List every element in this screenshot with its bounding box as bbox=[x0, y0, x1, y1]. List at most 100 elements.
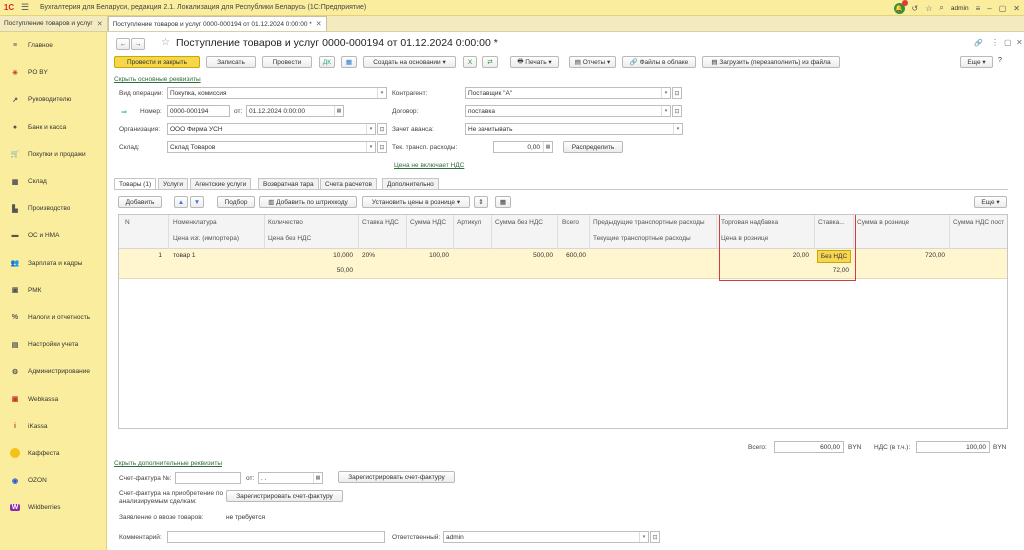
open-responsible-icon[interactable]: ⊡ bbox=[650, 531, 660, 543]
save-button[interactable]: Записать bbox=[206, 56, 256, 68]
col-sum-no-vat[interactable]: Сумма без НДС bbox=[495, 219, 543, 226]
contract-field[interactable]: поставка ▾ bbox=[465, 105, 671, 117]
col-retail-sum[interactable]: Сумма в рознице bbox=[857, 219, 909, 226]
cell-qty[interactable]: 10,000 bbox=[268, 252, 353, 259]
search-icon[interactable]: ⌕ bbox=[939, 3, 943, 13]
col-vat-rate[interactable]: Ставка НДС bbox=[362, 219, 399, 226]
edi-icon[interactable]: ⇄ bbox=[482, 56, 498, 68]
sidebar-item-taxes[interactable]: % Налоги и отчетность bbox=[0, 304, 106, 331]
sidebar-item-warehouse[interactable]: ▦ Склад bbox=[0, 168, 106, 195]
notifications-icon[interactable]: 🔔 bbox=[893, 0, 908, 14]
sidebar-item-ozon[interactable]: ◉ OZON bbox=[0, 467, 106, 494]
favorite-icon[interactable]: ☆ bbox=[161, 37, 170, 48]
col-price-no-vat[interactable]: Цена без НДС bbox=[268, 235, 311, 242]
excel-icon[interactable]: X bbox=[463, 56, 477, 68]
col-retail-vat[interactable]: Сумма НДС пост bbox=[953, 219, 1004, 226]
help-button[interactable]: ? bbox=[998, 57, 1002, 64]
more-button[interactable]: Еще ▾ bbox=[960, 56, 993, 68]
dropdown-icon[interactable]: ▾ bbox=[366, 142, 375, 152]
move-down-button[interactable]: ▼ bbox=[190, 196, 204, 208]
add-by-barcode-button[interactable]: ▥ Добавить по штрихкоду bbox=[259, 196, 357, 208]
settings-icon[interactable]: ≡ bbox=[976, 4, 981, 13]
invoice-date-field[interactable]: . . ▦ bbox=[258, 472, 323, 484]
maximize-form-icon[interactable]: ▢ bbox=[1004, 38, 1012, 47]
move-up-button[interactable]: ▲ bbox=[174, 196, 188, 208]
sidebar-item-settings[interactable]: ▤ Настройки учета bbox=[0, 331, 106, 358]
reports-button[interactable]: ▤ Отчеты ▾ bbox=[569, 56, 616, 68]
dropdown-icon[interactable]: ▾ bbox=[377, 88, 386, 98]
add-row-button[interactable]: Добавить bbox=[118, 196, 162, 208]
cloud-files-button[interactable]: 🔗 Файлы в облаке bbox=[622, 56, 696, 68]
dropdown-icon[interactable]: ▾ bbox=[673, 124, 682, 134]
cell-vat-rate[interactable]: 20% bbox=[362, 252, 375, 259]
create-based-on-button[interactable]: Создать на основании ▾ bbox=[363, 56, 456, 68]
minimize-icon[interactable]: – bbox=[987, 4, 991, 13]
structure-icon[interactable]: ▦ bbox=[341, 56, 357, 68]
table-more-button[interactable]: Еще ▾ bbox=[974, 196, 1007, 208]
table-settings-icon[interactable]: ▦ bbox=[495, 196, 511, 208]
responsible-field[interactable]: admin ▾ bbox=[443, 531, 649, 543]
table-row[interactable]: 1 товар 1 10,000 50,00 20% 100,00 500,00… bbox=[119, 249, 1007, 279]
sidebar-item-assets[interactable]: ▬ ОС и НМА bbox=[0, 222, 106, 249]
col-prev-transport[interactable]: Предыдущие транспортные расходы bbox=[593, 219, 705, 226]
bookmark-icon[interactable]: ☆ bbox=[925, 4, 932, 13]
post-and-close-button[interactable]: Провести и закрыть bbox=[114, 56, 200, 68]
open-warehouse-icon[interactable]: ⊡ bbox=[377, 141, 387, 153]
sidebar-item-webkassa[interactable]: ▣ Webkassa bbox=[0, 385, 106, 412]
col-article[interactable]: Артикул bbox=[457, 219, 481, 226]
transport-costs-field[interactable]: 0,00 ▦ bbox=[493, 141, 553, 153]
close-icon[interactable]: ✕ bbox=[1013, 4, 1020, 13]
number-field[interactable]: 0000-000194 bbox=[167, 105, 230, 117]
print-button[interactable]: 🖶 Печать ▾ bbox=[510, 56, 559, 68]
dt-kt-icon[interactable]: ДК bbox=[319, 56, 335, 68]
more-vert-icon[interactable]: ⋮ bbox=[991, 38, 999, 47]
open-contract-icon[interactable]: ⊡ bbox=[672, 105, 682, 117]
cell-total[interactable]: 600,00 bbox=[561, 252, 586, 259]
distribute-button[interactable]: Распределить bbox=[563, 141, 623, 153]
open-counterparty-icon[interactable]: ⊡ bbox=[672, 87, 682, 99]
cell-retail-sum[interactable]: 720,00 bbox=[857, 252, 945, 259]
col-item[interactable]: Номенклатура bbox=[173, 219, 217, 226]
pick-button[interactable]: Подбор bbox=[217, 196, 255, 208]
cell-vat-sum[interactable]: 100,00 bbox=[410, 252, 449, 259]
calendar-icon[interactable]: ▦ bbox=[334, 106, 343, 116]
register-invoice-button[interactable]: Зарегистрировать счет-фактуру bbox=[338, 471, 455, 483]
col-import-price[interactable]: Цена изг. (импортера) bbox=[173, 235, 239, 242]
vat-not-included-link[interactable]: Цена не включает НДС bbox=[394, 162, 464, 169]
set-retail-prices-button[interactable]: Установить цены в рознице ▾ bbox=[362, 196, 470, 208]
col-vat-sum[interactable]: Сумма НДС bbox=[410, 219, 446, 226]
comment-field[interactable] bbox=[167, 531, 385, 543]
maximize-icon[interactable]: ▢ bbox=[999, 4, 1007, 13]
sidebar-item-ikassa[interactable]: i iKassa bbox=[0, 413, 106, 440]
forward-button[interactable]: → bbox=[131, 38, 145, 50]
sidebar-item-po-by[interactable]: ✳ PO BY bbox=[0, 59, 106, 86]
sidebar-item-manager[interactable]: ↗ Руководителю bbox=[0, 86, 106, 113]
dropdown-icon[interactable]: ▾ bbox=[661, 106, 670, 116]
counterparty-field[interactable]: Поставщик "А" ▾ bbox=[465, 87, 671, 99]
col-total[interactable]: Всего bbox=[562, 219, 579, 226]
col-n[interactable]: N bbox=[125, 219, 130, 226]
post-button[interactable]: Провести bbox=[262, 56, 312, 68]
sidebar-item-production[interactable]: ▙ Производство bbox=[0, 195, 106, 222]
operation-type-field[interactable]: Покупка, комиссия ▾ bbox=[167, 87, 387, 99]
hide-main-requisites-link[interactable]: Скрыть основные реквизиты bbox=[114, 76, 201, 83]
advance-field[interactable]: Не зачитывать ▾ bbox=[465, 123, 683, 135]
dropdown-icon[interactable]: ▾ bbox=[639, 532, 648, 542]
open-organization-icon[interactable]: ⊡ bbox=[377, 123, 387, 135]
dropdown-icon[interactable]: ▾ bbox=[661, 88, 670, 98]
window-tab-document[interactable]: Поступление товаров и услуг 0000-000194 … bbox=[107, 16, 327, 31]
cell-price-no-vat[interactable]: 50,00 bbox=[268, 267, 353, 274]
register-invoice-analyzed-button[interactable]: Зарегистрировать счет-фактуру bbox=[226, 490, 343, 502]
dropdown-icon[interactable]: ▾ bbox=[366, 124, 375, 134]
calendar-icon[interactable]: ▦ bbox=[313, 473, 322, 483]
col-qty[interactable]: Количество bbox=[268, 219, 303, 226]
sidebar-item-admin[interactable]: ⚙ Администрирование bbox=[0, 358, 106, 385]
close-form-icon[interactable]: ✕ bbox=[1016, 38, 1023, 47]
main-menu-icon[interactable]: ☰ bbox=[18, 2, 32, 13]
hide-extra-requisites-link[interactable]: Скрыть дополнительные реквизиты bbox=[114, 460, 222, 467]
cell-sum-no-vat[interactable]: 500,00 bbox=[495, 252, 553, 259]
organization-field[interactable]: ООО Фирма УСН ▾ bbox=[167, 123, 376, 135]
sidebar-item-purchases[interactable]: 🛒 Покупки и продажи bbox=[0, 141, 106, 168]
sidebar-item-wildberries[interactable]: W Wildberries bbox=[0, 494, 106, 521]
calculator-icon[interactable]: ▦ bbox=[543, 142, 552, 152]
